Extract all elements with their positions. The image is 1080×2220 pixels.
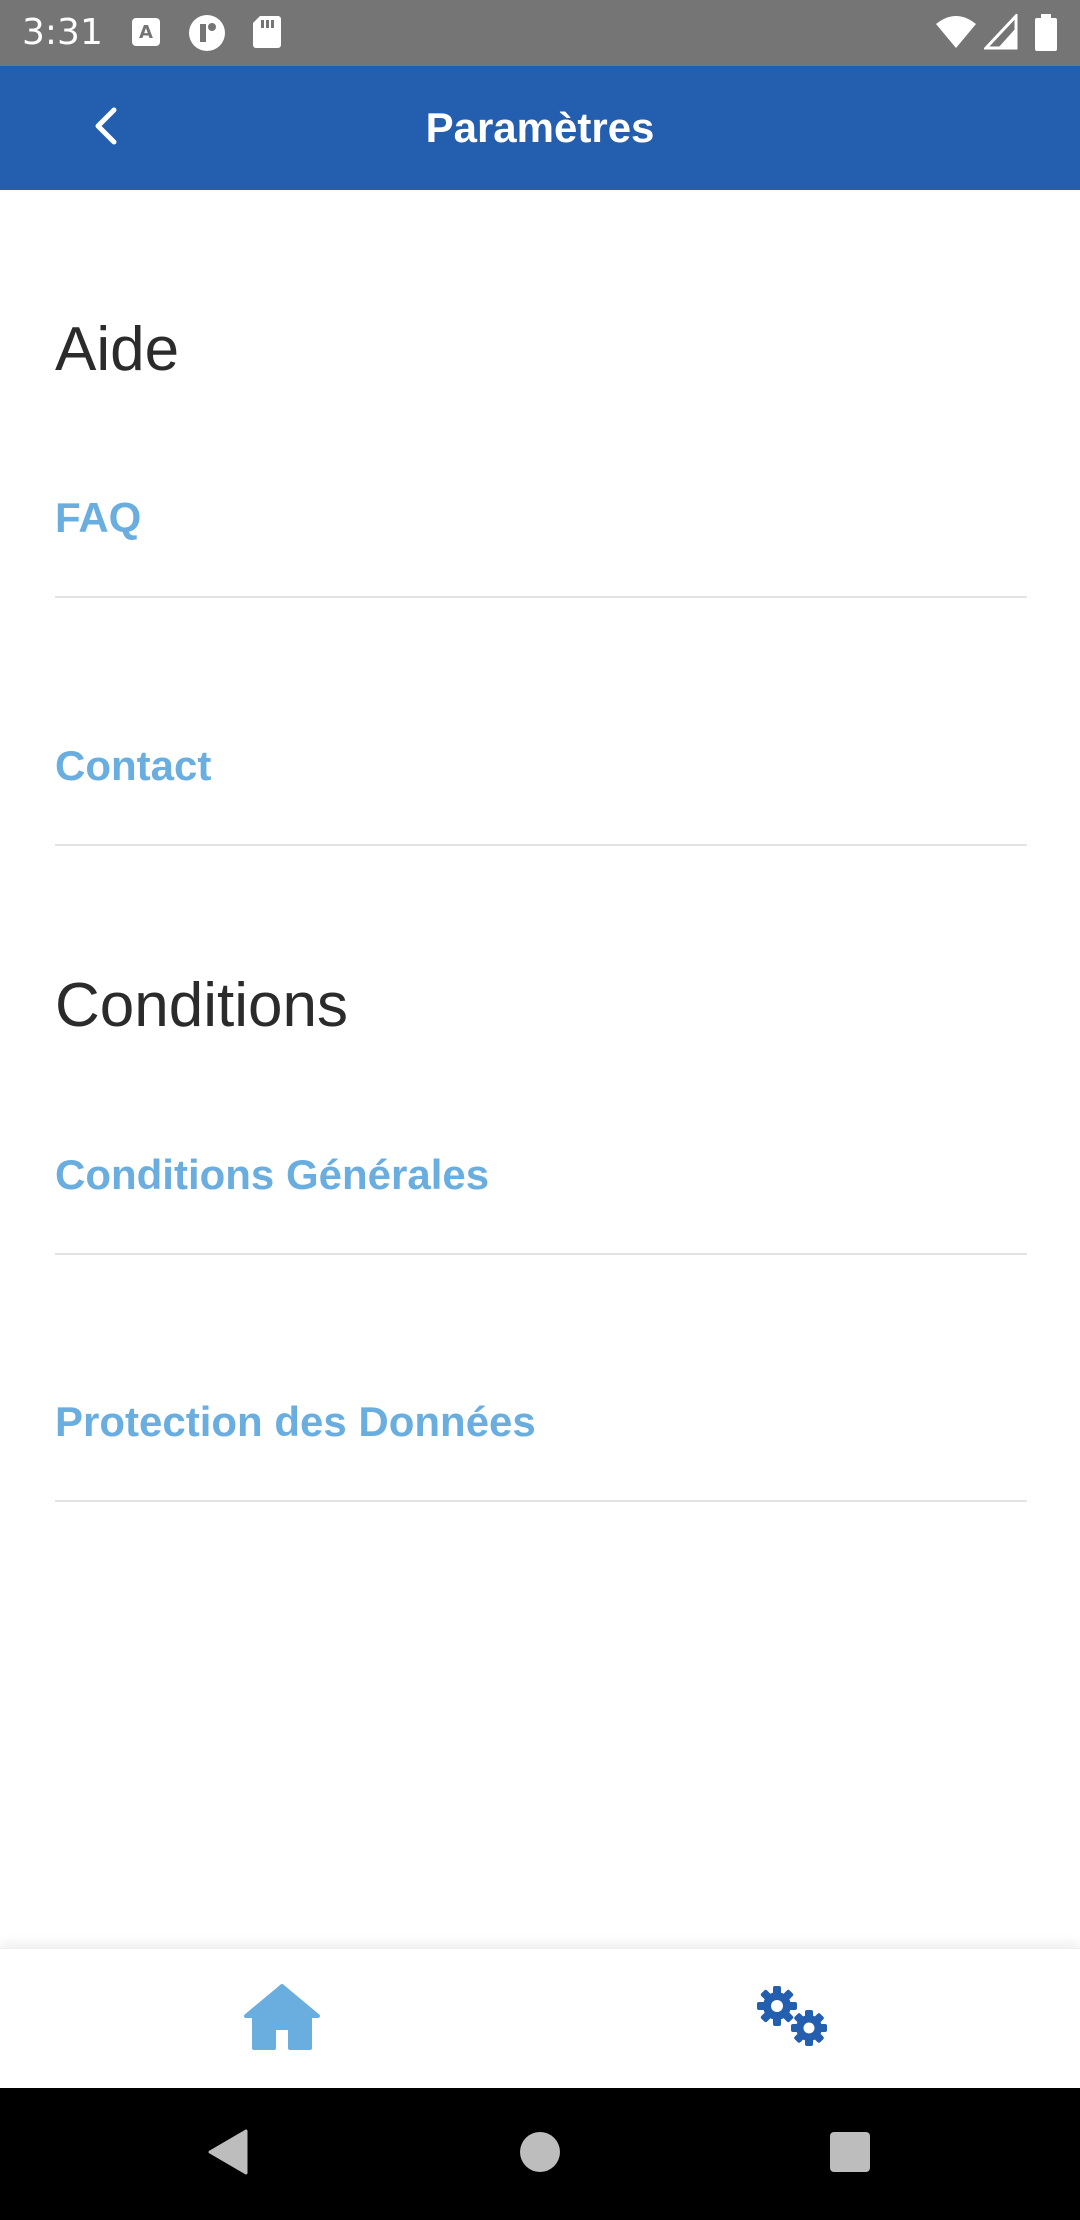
link-label: Contact — [55, 742, 212, 789]
link-label: Conditions Générales — [55, 1151, 490, 1198]
home-icon — [242, 1982, 322, 2057]
system-back-button[interactable] — [196, 2122, 260, 2186]
status-time: 3:31 — [22, 12, 103, 53]
section-title-conditions: Conditions — [55, 971, 348, 1040]
signal-icon — [984, 14, 1018, 50]
link-faq[interactable]: FAQ — [55, 488, 1027, 598]
battery-icon — [1034, 14, 1058, 52]
status-bar: 3:31 A — [0, 0, 1080, 66]
chevron-left-icon — [86, 104, 126, 153]
nav-settings-button[interactable] — [734, 1969, 854, 2069]
link-protection-donnees[interactable]: Protection des Données — [55, 1392, 1027, 1502]
home-circle-icon — [518, 2130, 562, 2179]
wifi-icon — [934, 14, 978, 50]
system-home-button[interactable] — [508, 2122, 572, 2186]
section-title-aide: Aide — [55, 315, 180, 384]
back-button[interactable] — [70, 92, 142, 164]
gears-icon — [749, 1982, 839, 2057]
system-recents-button[interactable] — [818, 2122, 882, 2186]
page-title: Paramètres — [425, 104, 655, 151]
nav-home-button[interactable] — [222, 1969, 342, 2069]
back-triangle-icon — [204, 2127, 252, 2182]
app-notification-icon — [188, 14, 226, 52]
link-label: FAQ — [55, 494, 142, 541]
app-bar: Paramètres — [0, 66, 1080, 190]
keyboard-a-icon: A — [130, 14, 162, 50]
svg-text:A: A — [139, 22, 153, 43]
link-conditions-generales[interactable]: Conditions Générales — [55, 1145, 1027, 1255]
sd-card-icon — [252, 14, 282, 50]
bottom-nav — [0, 1948, 1080, 2088]
recents-square-icon — [828, 2130, 872, 2179]
link-label: Protection des Données — [55, 1398, 536, 1445]
link-contact[interactable]: Contact — [55, 736, 1027, 846]
system-nav-bar — [0, 2088, 1080, 2220]
